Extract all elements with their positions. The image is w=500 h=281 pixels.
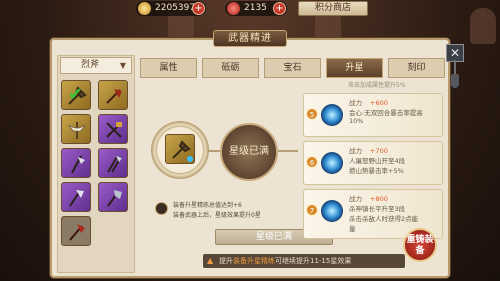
power-label: 战力 (349, 147, 362, 155)
panel-title: 武器精进 (213, 30, 287, 47)
butterfly-axe-icon (68, 122, 86, 139)
hint-arrow-icon: ▲ (207, 256, 214, 265)
twin-axe-icon (107, 156, 122, 173)
chevron-down-icon: ▼ (119, 61, 126, 70)
red-gem-icon (227, 2, 240, 15)
hint-highlight-link[interactable]: 装备升星精练 (233, 257, 275, 265)
star-gem-icon (321, 200, 343, 222)
crossed-axe-icon (106, 122, 122, 138)
weapon-slot[interactable] (98, 80, 128, 110)
weapon-slot[interactable] (98, 182, 128, 212)
star-gem-icon (321, 152, 343, 174)
weapon-slot[interactable] (98, 114, 128, 144)
gem-counter: 2135 + (225, 1, 287, 16)
selected-check-icon: ✔ (68, 84, 84, 105)
add-gem-button[interactable]: + (273, 2, 286, 15)
star-gem-icon (321, 104, 343, 126)
current-weapon-slot[interactable] (165, 134, 195, 164)
axe-pair-icon (69, 190, 84, 207)
refine-info-icon (155, 202, 168, 215)
desc-line-2: 装备武器上后，星级效果提升0星 (173, 212, 261, 219)
red-axe-icon (69, 224, 85, 241)
upgrade-hint-bar: ▲ 提升装备升星精练可继续提升11-15星效果 (203, 254, 405, 268)
weapon-slot[interactable] (61, 216, 91, 246)
weapon-filter-dropdown[interactable]: 烈斧 ▼ (60, 57, 132, 74)
tab-attributes[interactable]: 属性 (140, 58, 197, 78)
gold-counter: 2205397 + (136, 1, 206, 16)
add-gold-button[interactable]: + (192, 2, 205, 15)
points-shop-button[interactable]: 积分商店 (298, 1, 368, 16)
tab-polish[interactable]: 砥砺 (202, 58, 259, 78)
list-item: 6 战力 +700 人屠怒野山开至4段 攒山势暴击率+5% (303, 141, 443, 185)
connector-line (278, 150, 298, 152)
heavy-axe-icon (107, 190, 122, 207)
hint-suffix: 可继续提升11-15星效果 (275, 257, 352, 265)
currency-bar: 2205397 + 2135 + 积分商店 (0, 0, 500, 18)
bonus-line: 杀神镇长平升至3段 (349, 205, 406, 213)
tab-engrave[interactable]: 刻印 (388, 58, 445, 78)
power-value: +800 (370, 195, 388, 203)
weapon-slot[interactable] (61, 148, 91, 178)
tab-gems[interactable]: 宝石 (264, 58, 321, 78)
power-label: 战力 (349, 195, 362, 203)
list-item: 5 战力 +600 会心:无双回合暴击率提高 10% (303, 93, 443, 137)
bonus-line: 杀击杀敌人时获得2点能 (349, 215, 419, 223)
bonus-line: 人屠怒野山开至4段 (349, 157, 406, 165)
gold-value: 2205397 (155, 3, 196, 13)
power-label: 战力 (349, 99, 362, 107)
weapon-slot[interactable] (61, 182, 91, 212)
hint-prefix: 提升 (219, 257, 233, 265)
tassel-decoration (451, 60, 459, 90)
weapon-slot[interactable] (61, 114, 91, 144)
refine-tabs: 属性 砥砺 宝石 升星 刻印 (140, 58, 445, 78)
gold-ingot-icon (138, 2, 151, 15)
power-value: +600 (370, 99, 388, 107)
desc-line-1: 装备升星精练总值达到+6 (173, 202, 242, 209)
bonus-line: 会心:无双回合暴击率提高 (349, 109, 423, 117)
star-level-badge: 6 (306, 156, 318, 168)
star-status-disc: 星级已满 (220, 123, 278, 181)
winged-axe-icon (106, 89, 122, 104)
bonus-line: 攒山势暴击率+5% (349, 167, 404, 175)
star-level-badge: 7 (306, 204, 318, 216)
refine-indicator-icon (187, 156, 193, 162)
weapon-slot[interactable]: ✔ (61, 80, 91, 110)
reforge-equipment-button[interactable]: 重铸装备 (403, 228, 437, 262)
bonus-line: 10% (349, 117, 364, 125)
star-bonus-list[interactable]: 5 战力 +600 会心:无双回合暴击率提高 10% 6 战力 +700 人屠怒野山… (303, 82, 443, 240)
bonus-line: 量 (349, 225, 356, 233)
star-level-badge: 5 (306, 108, 318, 120)
reforge-label: 重铸装备 (406, 235, 434, 256)
tab-star-upgrade[interactable]: 升星 (326, 58, 383, 78)
filter-label: 烈斧 (81, 60, 100, 70)
weapon-slot[interactable] (98, 148, 128, 178)
power-value: +700 (370, 147, 388, 155)
halberd-icon (71, 155, 85, 174)
gem-value: 2135 (244, 3, 267, 13)
